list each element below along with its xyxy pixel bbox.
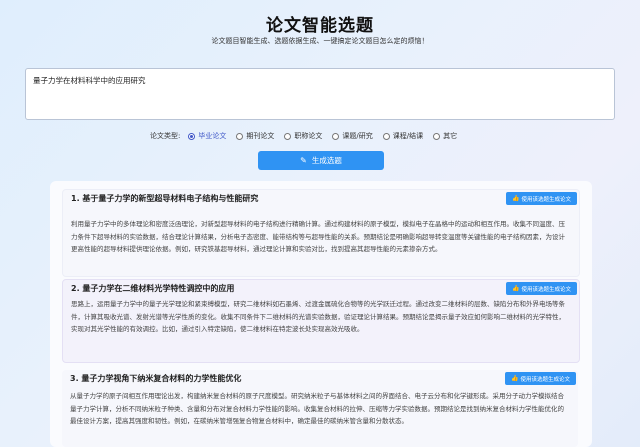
paper-type-option-professional[interactable]: 职称论文: [284, 131, 322, 141]
result-card-header: 1. 基于量子力学的新型超导材料电子结构与性能研究 👍 使用该选题生成论文: [63, 190, 579, 206]
result-description: 思路上，运用量子力学中的量子光学理论和紧束缚模型，研究二维材料如石墨烯、过渡金属…: [71, 300, 565, 334]
result-card-header: 3. 量子力学视角下纳米复合材料的力学性能优化 👍 使用该选题生成论文: [62, 370, 578, 386]
thumbs-up-icon: 👍: [512, 195, 520, 202]
radio-icon[interactable]: [433, 132, 441, 140]
use-topic-label: 使用该选题生成论文: [520, 376, 570, 383]
radio-icon[interactable]: [284, 132, 292, 140]
paper-type-label: 论文类型:: [150, 132, 181, 140]
radio-icon[interactable]: [332, 132, 340, 140]
paper-type-option-label: 期刊论文: [246, 132, 275, 140]
generate-topics-button[interactable]: ✎ 生成选题: [258, 151, 384, 170]
page-title: 论文智能选题: [266, 16, 374, 36]
result-card: 1. 基于量子力学的新型超导材料电子结构与性能研究 👍 使用该选题生成论文 利用…: [62, 189, 580, 277]
page-subtitle: 论文题目智能生成、选题依据生成、一键搞定论文题目怎么定的烦恼！: [211, 37, 429, 45]
paper-type-option-label: 其它: [443, 132, 458, 140]
paper-type-option-label: 课题/研究: [342, 132, 373, 140]
edit-icon: ✎: [300, 156, 307, 165]
result-card-header: 2. 量子力学在二维材料光学特性调控中的应用 👍 使用该选题生成论文: [63, 280, 579, 296]
result-description: 从量子力学的原子间相互作用理论出发，构建纳米复合材料的原子尺度模型。研究纳米粒子…: [70, 392, 564, 426]
paper-type-option-graduation[interactable]: 毕业论文: [188, 131, 226, 141]
result-card: 3. 量子力学视角下纳米复合材料的力学性能优化 👍 使用该选题生成论文 从量子力…: [62, 370, 578, 447]
use-topic-label: 使用该选题生成论文: [521, 286, 571, 293]
paper-type-option-course[interactable]: 课程/结课: [382, 131, 424, 141]
paper-type-option-label: 课程/结课: [392, 132, 424, 140]
thumbs-up-icon: 👍: [511, 375, 519, 382]
use-topic-button[interactable]: 👍 使用该选题生成论文: [505, 372, 576, 385]
generate-topics-label: 生成选题: [311, 156, 342, 165]
radio-icon[interactable]: [236, 132, 244, 140]
radio-icon[interactable]: [382, 132, 390, 140]
use-topic-button[interactable]: 👍 使用该选题生成论文: [506, 192, 577, 205]
use-topic-button[interactable]: 👍 使用该选题生成论文: [506, 282, 577, 295]
result-title: 1. 基于量子力学的新型超导材料电子结构与性能研究: [71, 194, 259, 203]
paper-type-option-other[interactable]: 其它: [433, 131, 457, 141]
topic-input[interactable]: 量子力学在材料科学中的应用研究: [25, 68, 615, 120]
paper-type-group: 论文类型: 毕业论文 期刊论文 职称论文 课题/研究 课程/结课 其它: [150, 130, 467, 142]
result-card: 2. 量子力学在二维材料光学特性调控中的应用 👍 使用该选题生成论文 思路上，运…: [62, 279, 580, 363]
results-panel: 1. 基于量子力学的新型超导材料电子结构与性能研究 👍 使用该选题生成论文 利用…: [50, 181, 592, 447]
result-title: 3. 量子力学视角下纳米复合材料的力学性能优化: [70, 374, 242, 383]
paper-type-option-research[interactable]: 课题/研究: [332, 131, 373, 141]
paper-type-option-journal[interactable]: 期刊论文: [236, 131, 274, 141]
paper-type-option-label: 毕业论文: [198, 132, 227, 140]
thumbs-up-icon: 👍: [512, 285, 520, 292]
result-title: 2. 量子力学在二维材料光学特性调控中的应用: [71, 284, 235, 293]
result-description: 利用量子力学中的多体理论和密度泛函理论，对新型超导材料的电子结构进行精确计算。通…: [71, 220, 565, 254]
use-topic-label: 使用该选题生成论文: [521, 196, 571, 203]
radio-selected-icon[interactable]: [188, 132, 196, 140]
paper-type-option-label: 职称论文: [294, 132, 323, 140]
